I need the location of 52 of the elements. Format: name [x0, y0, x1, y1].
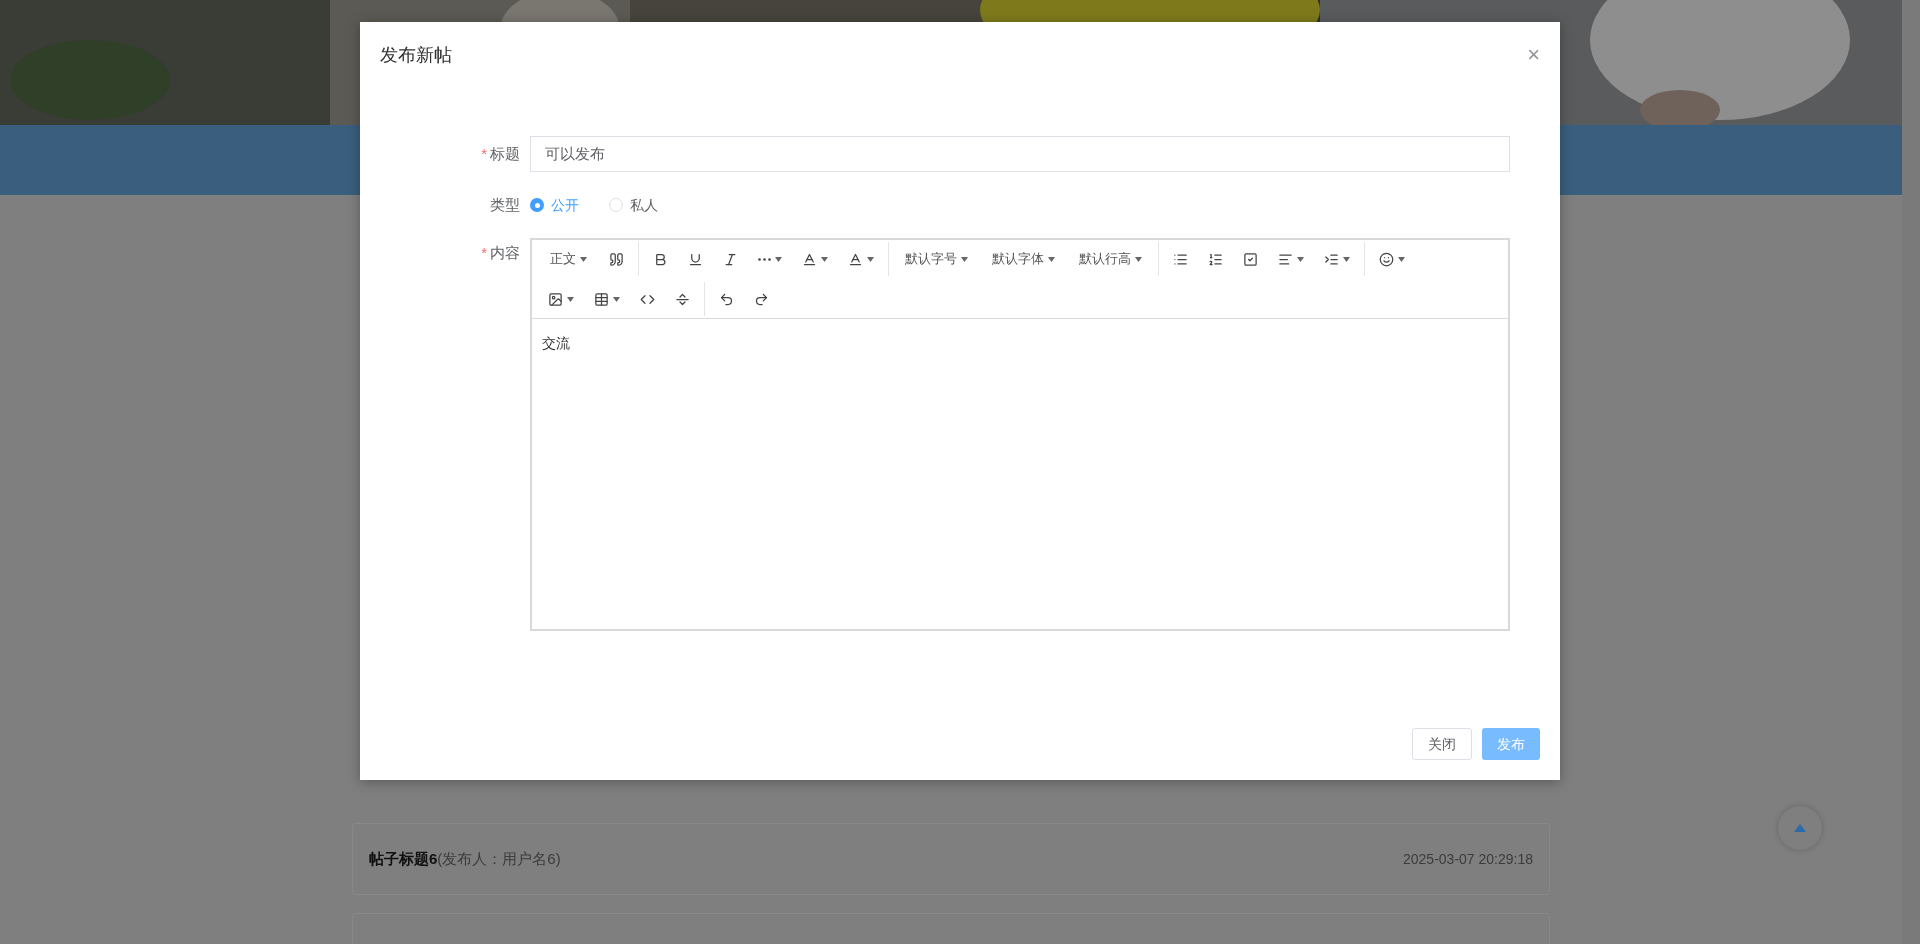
table-icon: [594, 291, 609, 307]
caret-icon: [961, 256, 968, 262]
post-card[interactable]: 帖子标题6(发布人：用户名6) 2025-03-07 20:29:18: [352, 823, 1550, 895]
required-mark: *: [481, 143, 487, 164]
italic-icon: [723, 251, 738, 267]
scrollbar[interactable]: [1902, 0, 1920, 944]
radio-button[interactable]: [609, 198, 623, 212]
font-size-dropdown[interactable]: 默认字号: [893, 242, 980, 276]
font-family-dropdown[interactable]: 默认字体: [980, 242, 1067, 276]
caret-icon: [613, 296, 620, 302]
dialog-title: 发布新帖: [380, 43, 452, 67]
caret-icon: [1135, 256, 1142, 262]
redo-icon: [754, 291, 769, 307]
paragraph-dropdown[interactable]: 正文: [538, 242, 599, 276]
caret-icon: [567, 296, 574, 302]
image-icon: [548, 291, 563, 307]
field-label: 内容: [490, 243, 520, 263]
emoji-icon: [1379, 251, 1394, 267]
title-input[interactable]: 可以发布: [530, 136, 1510, 172]
bold-icon: [653, 251, 668, 267]
checkbox-icon: [1243, 251, 1258, 267]
radio-option[interactable]: 私人: [609, 194, 658, 216]
divider-icon: [675, 291, 690, 307]
caret-icon: [1297, 256, 1304, 262]
field-label: 类型: [490, 194, 520, 215]
post-title: 帖子标题6: [369, 849, 438, 867]
quote-icon: [609, 251, 624, 267]
more-icon: [758, 257, 771, 261]
font-color-icon: [802, 251, 817, 267]
caret-icon: [867, 256, 874, 262]
underline-icon: [688, 251, 703, 267]
required-mark: *: [481, 243, 487, 263]
field-label: 标题: [490, 143, 520, 164]
background-color-icon: [848, 251, 863, 267]
indent-icon: [1324, 251, 1339, 267]
numbered-list-icon: [1208, 251, 1223, 267]
undo-icon: [719, 291, 734, 307]
caret-icon: [1048, 256, 1055, 262]
bullet-list-icon: [1173, 251, 1188, 267]
editor-text: 交流: [542, 334, 571, 353]
line-height-dropdown[interactable]: 默认行高: [1067, 242, 1154, 276]
post-time: 2025-03-07 20:29:18: [1403, 849, 1533, 869]
caret-icon: [821, 256, 828, 262]
close-dialog-button[interactable]: 关闭: [1412, 728, 1472, 760]
radio-button[interactable]: [530, 198, 544, 212]
triangle-up-icon: [1794, 824, 1806, 832]
caret-icon: [1343, 256, 1350, 262]
post-author: (发布人：用户名6): [437, 849, 561, 867]
caret-icon: [1398, 256, 1405, 262]
caret-icon: [580, 256, 587, 262]
caret-icon: [775, 256, 782, 262]
align-left-icon: [1278, 251, 1293, 267]
